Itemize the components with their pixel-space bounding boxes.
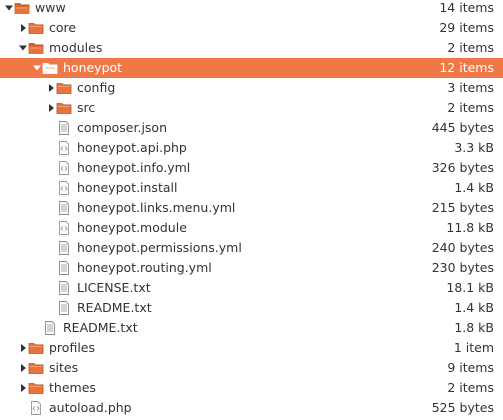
tree-row-core[interactable]: core 29 items <box>0 18 503 38</box>
tree-row-themes[interactable]: themes 2 items <box>0 378 503 398</box>
tree-row-honeypot[interactable]: honeypot 12 items <box>0 58 503 78</box>
collapse-triangle-icon[interactable] <box>32 63 42 73</box>
tree-row-readme-txt-honeypot[interactable]: README.txt 1.4 kB <box>0 298 503 318</box>
item-name: README.txt <box>77 300 152 315</box>
expand-triangle-icon[interactable] <box>18 343 28 353</box>
expand-triangle-icon[interactable] <box>18 363 28 373</box>
tree-row-autoload-php[interactable]: autoload.php 525 bytes <box>0 398 503 418</box>
item-name: www <box>35 0 66 15</box>
item-name: profiles <box>49 340 95 355</box>
item-size: 230 bytes <box>431 260 494 275</box>
tree-row-honeypot-install[interactable]: honeypot.install 1.4 kB <box>0 178 503 198</box>
tree-row-honeypot-routing-yml[interactable]: honeypot.routing.yml 230 bytes <box>0 258 503 278</box>
text-file-icon <box>56 300 72 316</box>
folder-icon <box>28 360 44 376</box>
text-file-icon <box>42 320 58 336</box>
item-size: 445 bytes <box>431 120 494 135</box>
code-file-icon <box>56 180 72 196</box>
text-file-icon <box>56 120 72 136</box>
code-file-icon <box>56 160 72 176</box>
item-name: autoload.php <box>49 400 132 415</box>
item-size: 1.8 kB <box>454 320 494 335</box>
expand-triangle-icon[interactable] <box>18 383 28 393</box>
item-size: 3 items <box>447 80 494 95</box>
folder-icon <box>56 80 72 96</box>
item-name: honeypot.module <box>77 220 187 235</box>
item-size: 14 items <box>439 0 494 15</box>
expand-triangle-icon[interactable] <box>18 23 28 33</box>
item-name: honeypot.links.menu.yml <box>77 200 236 215</box>
folder-icon <box>28 380 44 396</box>
item-name: modules <box>49 40 103 55</box>
item-name: config <box>77 80 116 95</box>
text-file-icon <box>56 240 72 256</box>
tree-row-config[interactable]: config 3 items <box>0 78 503 98</box>
folder-icon <box>28 340 44 356</box>
item-size: 2 items <box>447 40 494 55</box>
collapse-triangle-icon[interactable] <box>18 43 28 53</box>
item-size: 2 items <box>447 100 494 115</box>
item-size: 326 bytes <box>431 160 494 175</box>
item-name: honeypot.permissions.yml <box>77 240 242 255</box>
tree-row-license-txt[interactable]: LICENSE.txt 18.1 kB <box>0 278 503 298</box>
folder-icon <box>56 100 72 116</box>
text-file-icon <box>56 200 72 216</box>
item-name: src <box>77 100 96 115</box>
item-name: README.txt <box>63 320 138 335</box>
tree-row-www[interactable]: www 14 items <box>0 0 503 18</box>
code-file-icon <box>56 220 72 236</box>
item-name: honeypot.api.php <box>77 140 187 155</box>
item-name: honeypot.routing.yml <box>77 260 212 275</box>
expand-triangle-icon[interactable] <box>46 103 56 113</box>
item-size: 1.4 kB <box>454 300 494 315</box>
tree-row-honeypot-api-php[interactable]: honeypot.api.php 3.3 kB <box>0 138 503 158</box>
tree-row-readme-txt-modules[interactable]: README.txt 1.8 kB <box>0 318 503 338</box>
item-size: 215 bytes <box>431 200 494 215</box>
item-size: 525 bytes <box>431 400 494 415</box>
tree-row-honeypot-module[interactable]: honeypot.module 11.8 kB <box>0 218 503 238</box>
item-size: 11.8 kB <box>446 220 494 235</box>
item-name: honeypot <box>63 60 123 75</box>
item-name: composer.json <box>77 120 168 135</box>
item-size: 12 items <box>439 60 494 75</box>
item-name: honeypot.info.yml <box>77 160 191 175</box>
collapse-triangle-icon[interactable] <box>4 3 14 13</box>
tree-row-src[interactable]: src 2 items <box>0 98 503 118</box>
item-size: 3.3 kB <box>454 140 494 155</box>
item-size: 18.1 kB <box>446 280 494 295</box>
text-file-icon <box>56 260 72 276</box>
tree-row-honeypot-links-menu-yml[interactable]: honeypot.links.menu.yml 215 bytes <box>0 198 503 218</box>
code-file-icon <box>28 400 44 416</box>
tree-row-sites[interactable]: sites 9 items <box>0 358 503 378</box>
item-name: themes <box>49 380 96 395</box>
item-size: 240 bytes <box>431 240 494 255</box>
expand-triangle-icon[interactable] <box>46 83 56 93</box>
item-size: 1 item <box>453 340 494 355</box>
folder-open-icon <box>28 40 44 56</box>
tree-row-honeypot-permissions-yml[interactable]: honeypot.permissions.yml 240 bytes <box>0 238 503 258</box>
folder-open-icon <box>14 0 30 16</box>
tree-row-honeypot-info-yml[interactable]: honeypot.info.yml 326 bytes <box>0 158 503 178</box>
item-name: sites <box>49 360 79 375</box>
item-name: LICENSE.txt <box>77 280 151 295</box>
text-file-icon <box>56 280 72 296</box>
folder-open-icon <box>42 60 58 76</box>
tree-row-composer-json[interactable]: composer.json 445 bytes <box>0 118 503 138</box>
tree-row-modules[interactable]: modules 2 items <box>0 38 503 58</box>
item-size: 2 items <box>447 380 494 395</box>
item-size: 29 items <box>439 20 494 35</box>
code-file-icon <box>56 140 72 156</box>
item-name: core <box>49 20 77 35</box>
folder-icon <box>28 20 44 36</box>
item-size: 1.4 kB <box>454 180 494 195</box>
tree-row-profiles[interactable]: profiles 1 item <box>0 338 503 358</box>
item-name: honeypot.install <box>77 180 178 195</box>
item-size: 9 items <box>447 360 494 375</box>
